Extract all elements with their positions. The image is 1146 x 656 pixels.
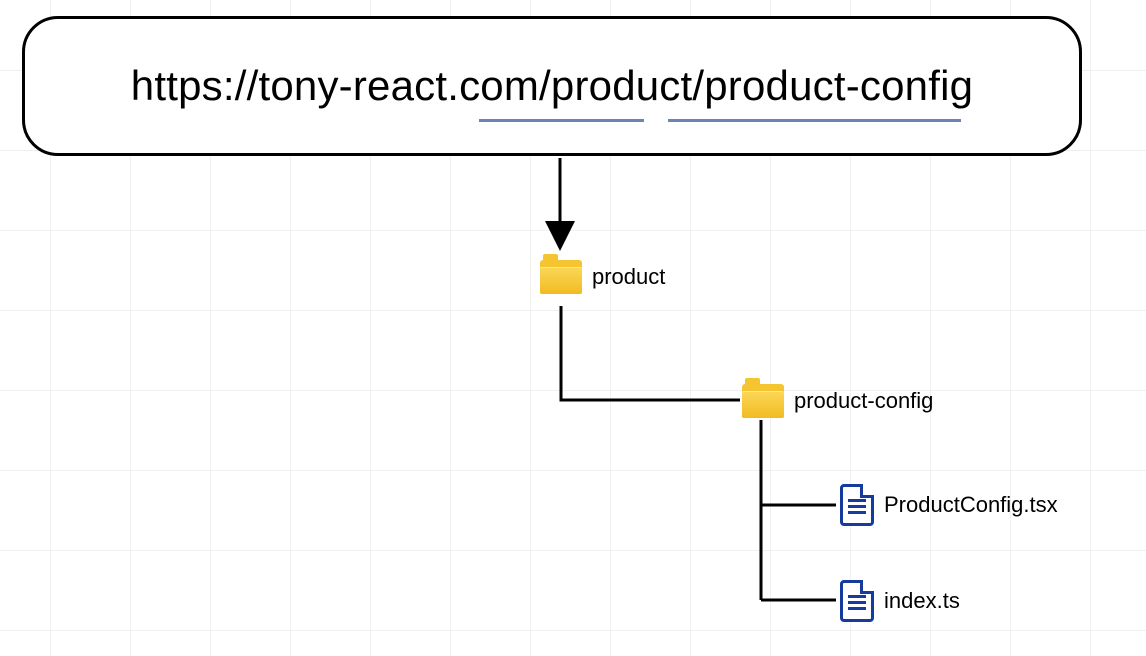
url-underline-product [479,119,644,122]
tree-node-product-config: product-config [742,384,933,418]
node-label: ProductConfig.tsx [884,492,1058,518]
node-label: index.ts [884,588,960,614]
node-label: product [592,264,665,290]
url-text: https://tony-react.com/product/product-c… [131,62,973,110]
tree-node-product: product [540,260,665,294]
tree-node-productconfig-tsx: ProductConfig.tsx [840,484,1058,526]
file-icon [840,484,874,526]
url-box: https://tony-react.com/product/product-c… [22,16,1082,156]
url-underline-product-config [668,119,961,122]
file-icon [840,580,874,622]
folder-icon [540,260,582,294]
folder-icon [742,384,784,418]
node-label: product-config [794,388,933,414]
tree-node-index-ts: index.ts [840,580,960,622]
